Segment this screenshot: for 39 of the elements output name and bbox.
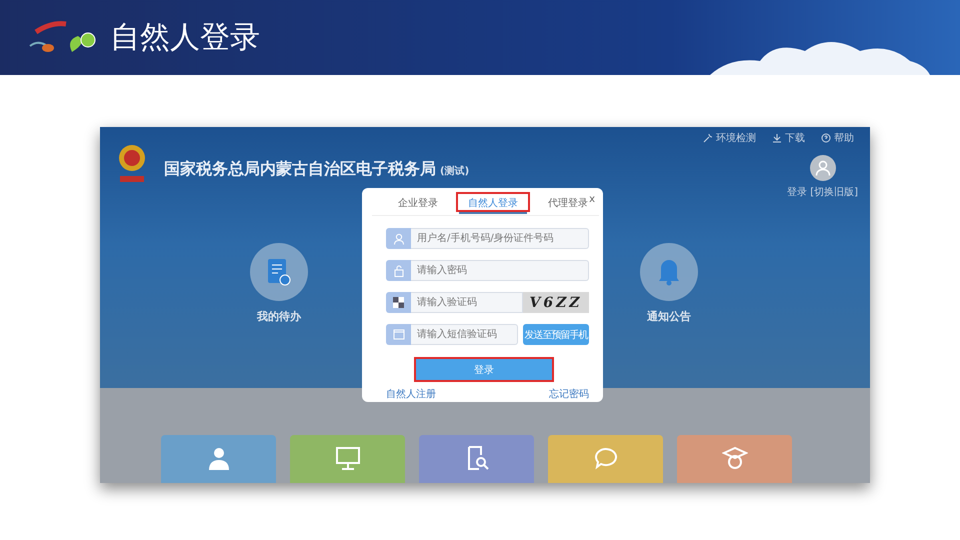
help-icon	[821, 133, 831, 143]
login-tab[interactable]: 企业登录	[386, 192, 450, 212]
site-title: 国家税务总局内蒙古自治区电子税务局 (测试)	[164, 158, 470, 180]
input-field[interactable]: 请输入短信验证码	[411, 324, 518, 345]
slide-title: 自然人登录	[110, 19, 260, 57]
send-code-button[interactable]: 发送至预留手机	[523, 324, 589, 345]
chat-bubble-icon	[592, 445, 618, 471]
captcha-image: V6ZZ	[523, 292, 589, 313]
service-tile[interactable]	[419, 435, 534, 483]
lock-icon	[392, 264, 404, 276]
title-note: (测试)	[440, 166, 470, 176]
switch-version-link[interactable]: [切换旧版]	[810, 185, 858, 199]
close-button[interactable]: x	[589, 194, 595, 205]
top-link[interactable]: 帮助	[821, 131, 854, 145]
service-tile[interactable]	[161, 435, 276, 483]
input-field[interactable]: 用户名/手机号码/身份证件号码	[411, 228, 589, 249]
shortcut-label: 通知公告	[647, 309, 691, 324]
login-button[interactable]: 登录	[414, 357, 554, 382]
top-link[interactable]: 环境检测	[703, 131, 756, 145]
document-clock-icon	[267, 258, 291, 286]
wrench-icon	[703, 133, 713, 143]
forgot-password-link[interactable]: 忘记密码	[549, 387, 589, 401]
download-icon	[772, 133, 782, 143]
shortcut-label: 我的待办	[257, 309, 301, 324]
monitor-icon	[334, 445, 360, 471]
service-tile[interactable]	[548, 435, 663, 483]
top-link[interactable]: 下载	[772, 131, 805, 145]
input-field[interactable]: 请输入密码	[411, 260, 589, 281]
service-tile[interactable]	[677, 435, 792, 483]
login-tab[interactable]: 自然人登录	[456, 192, 530, 212]
checker-icon	[393, 297, 404, 308]
service-tile[interactable]	[290, 435, 405, 483]
user-icon	[392, 232, 404, 244]
login-link[interactable]: 登录	[787, 185, 808, 199]
graduate-icon	[722, 445, 748, 471]
input-field[interactable]: 请输入验证码	[411, 292, 523, 313]
bell-icon	[657, 258, 681, 286]
avatar-icon	[810, 155, 836, 181]
register-link[interactable]: 自然人注册	[386, 387, 436, 401]
